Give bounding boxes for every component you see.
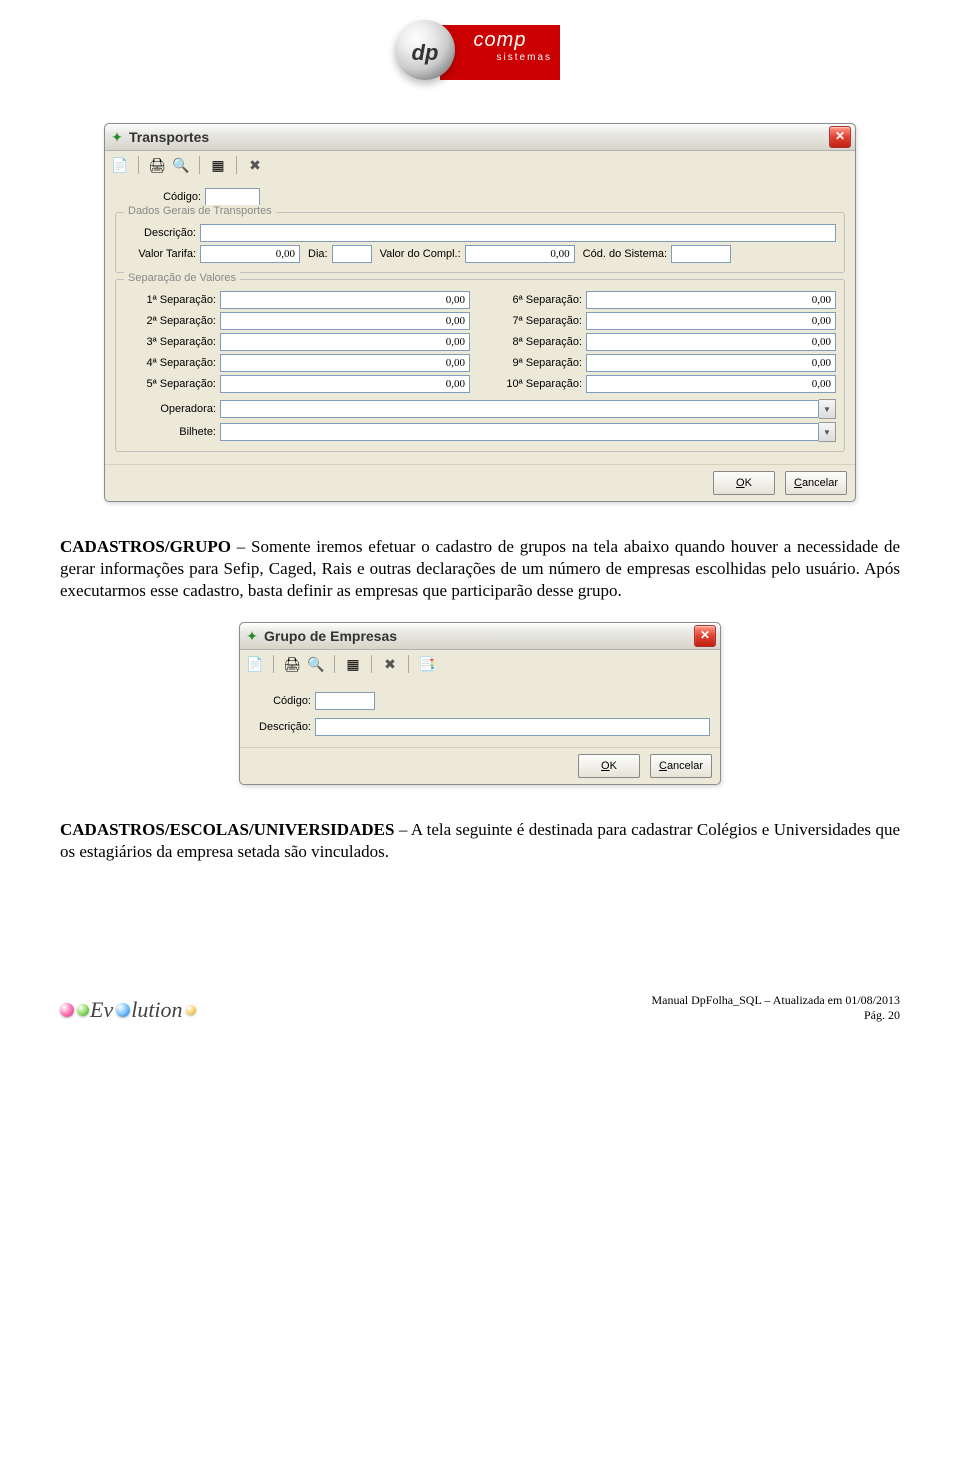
logo-dp-text: dp [395, 40, 455, 66]
close-button[interactable]: ✕ [694, 625, 716, 647]
dia-label: Dia: [308, 248, 332, 260]
sep-label: 2ª Separação: [124, 315, 220, 327]
sep-row: 8ª Separação: [490, 333, 836, 351]
separacao-group: Separação de Valores 1ª Separação:2ª Sep… [115, 279, 845, 452]
grid-icon[interactable]: ▦ [209, 156, 227, 174]
sep-label: 4ª Separação: [124, 357, 220, 369]
logo-sistemas-text: sistemas [448, 52, 552, 63]
sep-label: 10ª Separação: [490, 378, 586, 390]
close-button[interactable]: ✕ [829, 126, 851, 148]
window-icon: ✦ [109, 129, 125, 145]
codsist-input[interactable] [671, 245, 731, 263]
sep-row: 7ª Separação: [490, 312, 836, 330]
sep-input[interactable] [220, 291, 470, 309]
ok-button[interactable]: OK [713, 471, 775, 495]
codsist-label: Cód. do Sistema: [583, 248, 671, 260]
cancel-button[interactable]: Cancelar [785, 471, 847, 495]
sep-label: 7ª Separação: [490, 315, 586, 327]
grid-icon[interactable]: ▦ [344, 655, 362, 673]
toolbar: 📄 🖨 🔍 ▦ ✖ 📑 [240, 650, 720, 678]
sep-row: 10ª Separação: [490, 375, 836, 393]
codigo-label: Código: [153, 191, 205, 203]
sep-row: 1ª Separação: [124, 291, 470, 309]
window-icon: ✦ [244, 628, 260, 644]
print-icon[interactable]: 🖨 [148, 156, 166, 174]
bilhete-label: Bilhete: [124, 426, 220, 438]
logo-comp-text: comp [448, 29, 552, 52]
group-legend: Dados Gerais de Transportes [124, 205, 276, 217]
titlebar: ✦ Grupo de Empresas ✕ [240, 623, 720, 650]
chevron-down-icon: ▼ [819, 399, 836, 419]
tarifa-label: Valor Tarifa: [124, 248, 200, 260]
print-icon[interactable]: 🖨 [283, 655, 301, 673]
sep-input[interactable] [586, 375, 836, 393]
search-icon[interactable]: 🔍 [172, 156, 190, 174]
sep-label: 5ª Separação: [124, 378, 220, 390]
window-title: Transportes [129, 129, 829, 145]
codigo-label: Código: [256, 695, 315, 707]
footer-line1: Manual DpFolha_SQL – Atualizada em 01/08… [651, 993, 900, 1008]
group-legend: Separação de Valores [124, 272, 240, 284]
sep-label: 1ª Separação: [124, 294, 220, 306]
sep-row: 3ª Separação: [124, 333, 470, 351]
dados-gerais-group: Dados Gerais de Transportes Descrição: V… [115, 212, 845, 273]
titlebar: ✦ Transportes ✕ [105, 124, 855, 151]
cancel-button[interactable]: Cancelar [650, 754, 712, 778]
sep-label: 8ª Separação: [490, 336, 586, 348]
sep-row: 6ª Separação: [490, 291, 836, 309]
sep-row: 9ª Separação: [490, 354, 836, 372]
transportes-window: ✦ Transportes ✕ 📄 🖨 🔍 ▦ ✖ Código: Dados … [104, 123, 856, 502]
sep-row: 4ª Separação: [124, 354, 470, 372]
sep-row: 2ª Separação: [124, 312, 470, 330]
chevron-down-icon: ▼ [819, 422, 836, 442]
sep-label: 9ª Separação: [490, 357, 586, 369]
search-icon[interactable]: 🔍 [307, 655, 325, 673]
header-logo: comp sistemas dp [60, 20, 900, 93]
footer-line2: Pág. 20 [651, 1008, 900, 1023]
delete-icon[interactable]: ✖ [381, 655, 399, 673]
desc-input[interactable] [200, 224, 836, 242]
codigo-input[interactable] [205, 188, 260, 206]
para1-title: CADASTROS/GRUPO [60, 537, 231, 556]
extra-icon[interactable]: 📑 [418, 655, 436, 673]
window-title: Grupo de Empresas [264, 628, 694, 644]
footer: Ev lution Manual DpFolha_SQL – Atualizad… [60, 993, 900, 1023]
toolbar: 📄 🖨 🔍 ▦ ✖ [105, 151, 855, 179]
operadora-combo[interactable]: ▼ [220, 399, 836, 419]
sep-input[interactable] [586, 354, 836, 372]
sep-row: 5ª Separação: [124, 375, 470, 393]
new-icon[interactable]: 📄 [111, 156, 129, 174]
sep-input[interactable] [586, 312, 836, 330]
para2-title: CADASTROS/ESCOLAS/UNIVERSIDADES [60, 820, 394, 839]
dia-input[interactable] [332, 245, 372, 263]
paragraph-2: CADASTROS/ESCOLAS/UNIVERSIDADES – A tela… [60, 819, 900, 863]
evolution-logo: Ev lution [60, 997, 196, 1023]
new-icon[interactable]: 📄 [246, 655, 264, 673]
sep-label: 3ª Separação: [124, 336, 220, 348]
bilhete-combo[interactable]: ▼ [220, 422, 836, 442]
tarifa-input[interactable] [200, 245, 300, 263]
sep-label: 6ª Separação: [490, 294, 586, 306]
desc-label: Descrição: [124, 227, 200, 239]
delete-icon[interactable]: ✖ [246, 156, 264, 174]
sep-input[interactable] [220, 312, 470, 330]
compl-input[interactable] [465, 245, 575, 263]
grupo-empresas-window: ✦ Grupo de Empresas ✕ 📄 🖨 🔍 ▦ ✖ 📑 Código… [239, 622, 721, 785]
sep-input[interactable] [586, 333, 836, 351]
desc-label: Descrição: [250, 721, 315, 733]
desc-input[interactable] [315, 718, 710, 736]
codigo-input[interactable] [315, 692, 375, 710]
sep-input[interactable] [220, 333, 470, 351]
operadora-label: Operadora: [124, 403, 220, 415]
paragraph-1: CADASTROS/GRUPO – Somente iremos efetuar… [60, 536, 900, 602]
sep-input[interactable] [586, 291, 836, 309]
sep-input[interactable] [220, 375, 470, 393]
sep-input[interactable] [220, 354, 470, 372]
ok-button[interactable]: OK [578, 754, 640, 778]
compl-label: Valor do Compl.: [380, 248, 465, 260]
